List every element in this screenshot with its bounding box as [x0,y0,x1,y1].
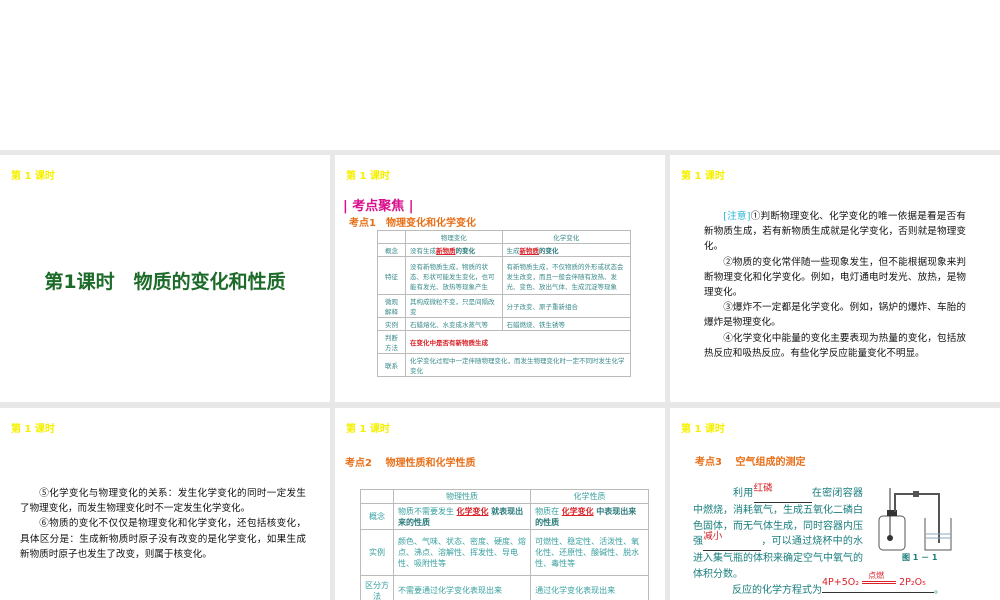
cell: 不需要通过化学变化表现出来 [392,575,532,600]
header: 化学性质 [530,489,649,504]
note-item: ②物质的变化常伴随一些现象发生，但不能根据现象来判断物理变化和化学变化。例如，电… [704,256,966,299]
cell: 有新物质生成，不仅物质的外形或状态会发生改变，而且一般会伴随有放热、发光、变色、… [501,256,632,295]
text: 的变化 [539,247,559,255]
equation-reactants: 4P+5O₂ [822,577,860,588]
cell: 没有新物质生成，物质的状态、形状可能发生变化，也可能有发光、放热等现象产生 [405,256,503,295]
slide-5[interactable]: 第 1 课时 考点2 物理性质和化学性质 物理性质 化学性质 概念 物质不需要发生… [335,408,665,600]
text: 。 [934,585,944,596]
table-row: 实例 石蜡熔化、水变成水蒸气等 石蜡燃烧、铁生锈等 [377,317,632,331]
text: 利用 [733,488,754,499]
slide-3[interactable]: 第 1 课时 [注意]①判断物理变化、化学变化的唯一依据是看是否有新物质生成，若… [670,155,1000,402]
table-row: 概念 物质不需要发生 化学变化 就表现出来的性质 物质在 化学变化 中表现出来的… [360,503,649,530]
row-label: 特征 [377,256,406,295]
equation-products: 2P₂O₅ [899,577,926,588]
cell: 石蜡燃烧、铁生锈等 [501,317,632,331]
row-label: 微观解释 [377,294,406,318]
row-label: 判断方法 [377,330,406,354]
header: 物理性质 [392,489,532,504]
table-row: 微观解释 其构成微粒不变，只是间隔改变 分子改变、原子重新组合 [377,294,632,318]
row-label: 概念 [377,243,406,257]
text: 反应的化学方程式为 [732,585,822,596]
experiment-text: 利用 红磷 在密闭容器中燃烧，消耗氧气，生成五氧化二磷白色固体，而无气体生成，同时… [693,483,863,583]
lesson-tag: 第 1 课时 [681,171,725,182]
lesson-tag: 第 1 课时 [346,171,390,182]
cell: 分子改变、原子重新组合 [501,294,632,318]
slide-title: 第1课时 物质的变化和性质 [44,271,286,293]
cell: 可燃性、稳定性、活泼性、氧化性、还原性、酸碱性、脱水性、毒性等 [530,529,649,576]
notes-text: [注意]①判断物理变化、化学变化的唯一依据是看是否有新物质生成，若有新物质生成就… [704,209,966,361]
equation-line: 反应的化学方程式为 4P+5O₂ 点燃 2P₂O₅ 。 [732,571,944,596]
table-row: 实例 颜色、气味、状态、密度、硬度、熔点、沸点、溶解性、挥发性、导电性、吸附性等可… [360,529,649,576]
note-item: ④化学变化中能量的变化主要表现为热量的变化，包括放热反应和吸热反应。有些化学反应… [704,332,966,359]
cell: 颜色、气味、状态、密度、硬度、熔点、沸点、溶解性、挥发性、导电性、吸附性等 [392,529,532,576]
table-row: 区分方法 不需要通过化学变化表现出来 通过化学变化表现出来 [360,575,649,600]
answer: 在变化中是否有新物质生成 [405,330,631,354]
topic-heading: 考点3 空气组成的测定 [695,457,806,468]
lesson-tag: 第 1 课时 [11,424,55,435]
answer: 新物质 [436,247,456,255]
equation-condition: 点燃 [868,571,885,580]
table-row: 判断方法 在变化中是否有新物质生成 [377,330,631,354]
slide-2[interactable]: 第 1 课时 | 考点聚焦 | 考点1 物理变化和化学变化 物理变化 化学变化 概… [335,155,665,402]
properties-table: 物理性质 化学性质 概念 物质不需要发生 化学变化 就表现出来的性质 物质在 化学… [360,489,649,600]
cell: 通过化学变化表现出来 [530,575,649,600]
row-label: 实例 [360,529,394,576]
table-row: 特征 没有新物质生成，物质的状态、形状可能发生变化，也可能有发光、放热等现象产生有… [377,256,632,295]
topic-heading: 考点2 物理性质和化学性质 [345,458,476,469]
header: 化学变化 [501,230,632,244]
text: 物质不需要发生 [398,506,454,516]
text: 物质在 [535,506,560,516]
note-item: ③爆炸不一定都是化学变化。例如，锅炉的爆炸、车胎的爆炸是物理变化。 [704,302,966,329]
comparison-table: 物理变化 化学变化 概念 没有生成新物质的变化 生成新物质的变化 特征 没有新物质生… [377,230,632,377]
note-item: ⑥物质的变化不仅仅是物理变化和化学变化，还包括核变化，具体区分是：生成新物质时原… [20,518,306,560]
header: 物理变化 [405,230,503,244]
answer: 新物质 [519,247,540,255]
row-label: 概念 [360,503,394,530]
text: 没有生成 [410,247,436,255]
slide-6[interactable]: 第 1 课时 考点3 空气组成的测定 利用 红磷 在密闭容器中燃烧，消耗氧气，生成… [670,408,1000,600]
figure-caption: 图 1 － 1 [902,553,938,562]
text: 生成 [506,247,520,255]
answer: 化学变化 [456,505,489,516]
answer: 减小 [703,531,723,543]
cell: 石蜡熔化、水变成水蒸气等 [405,317,503,331]
answer: 红磷 [753,483,773,494]
row-label: 实例 [377,317,406,331]
slide-4[interactable]: 第 1 课时 ⑤化学变化与物理变化的关系：发生化学变化的同时一定发生了物理变化，… [0,408,330,600]
row-label: 区分方法 [360,575,394,600]
table-row: 概念 没有生成新物质的变化 生成新物质的变化 [377,243,632,257]
section-heading: | 考点聚焦 | [343,199,414,214]
cell: 其构成微粒不变，只是间隔改变 [405,294,503,318]
notes-text: ⑤化学变化与物理变化的关系：发生化学变化的同时一定发生了物理变化，而发生物理变化… [20,486,306,562]
row-label: 联系 [377,353,406,377]
text: 的变化 [455,247,476,255]
blank-2: 减小 [703,531,762,552]
lesson-tag: 第 1 课时 [681,424,725,435]
equation-blank: 4P+5O₂ 点燃 2P₂O₅ [822,571,934,593]
slide-1[interactable]: 第 1 课时 第1课时 物质的变化和性质 [0,155,330,402]
lesson-tag: 第 1 课时 [346,424,390,435]
lesson-tag: 第 1 课时 [11,171,55,182]
blank-1: 红磷 [753,483,812,503]
answer: 化学变化 [561,505,594,516]
cell: 化学变化过程中一定伴随物理变化，而发生物理变化时一定不同时发生化学变化 [405,353,631,377]
note-label: [注意] [723,211,751,222]
topic-heading: 考点1 物理变化和化学变化 [349,218,476,229]
note-item: ⑤化学变化与物理变化的关系：发生化学变化的同时一定发生了物理变化，而发生物理变化… [20,488,306,515]
table-row: 联系 化学变化过程中一定伴随物理变化，而发生物理变化时一定不同时发生化学变化 [377,353,631,377]
